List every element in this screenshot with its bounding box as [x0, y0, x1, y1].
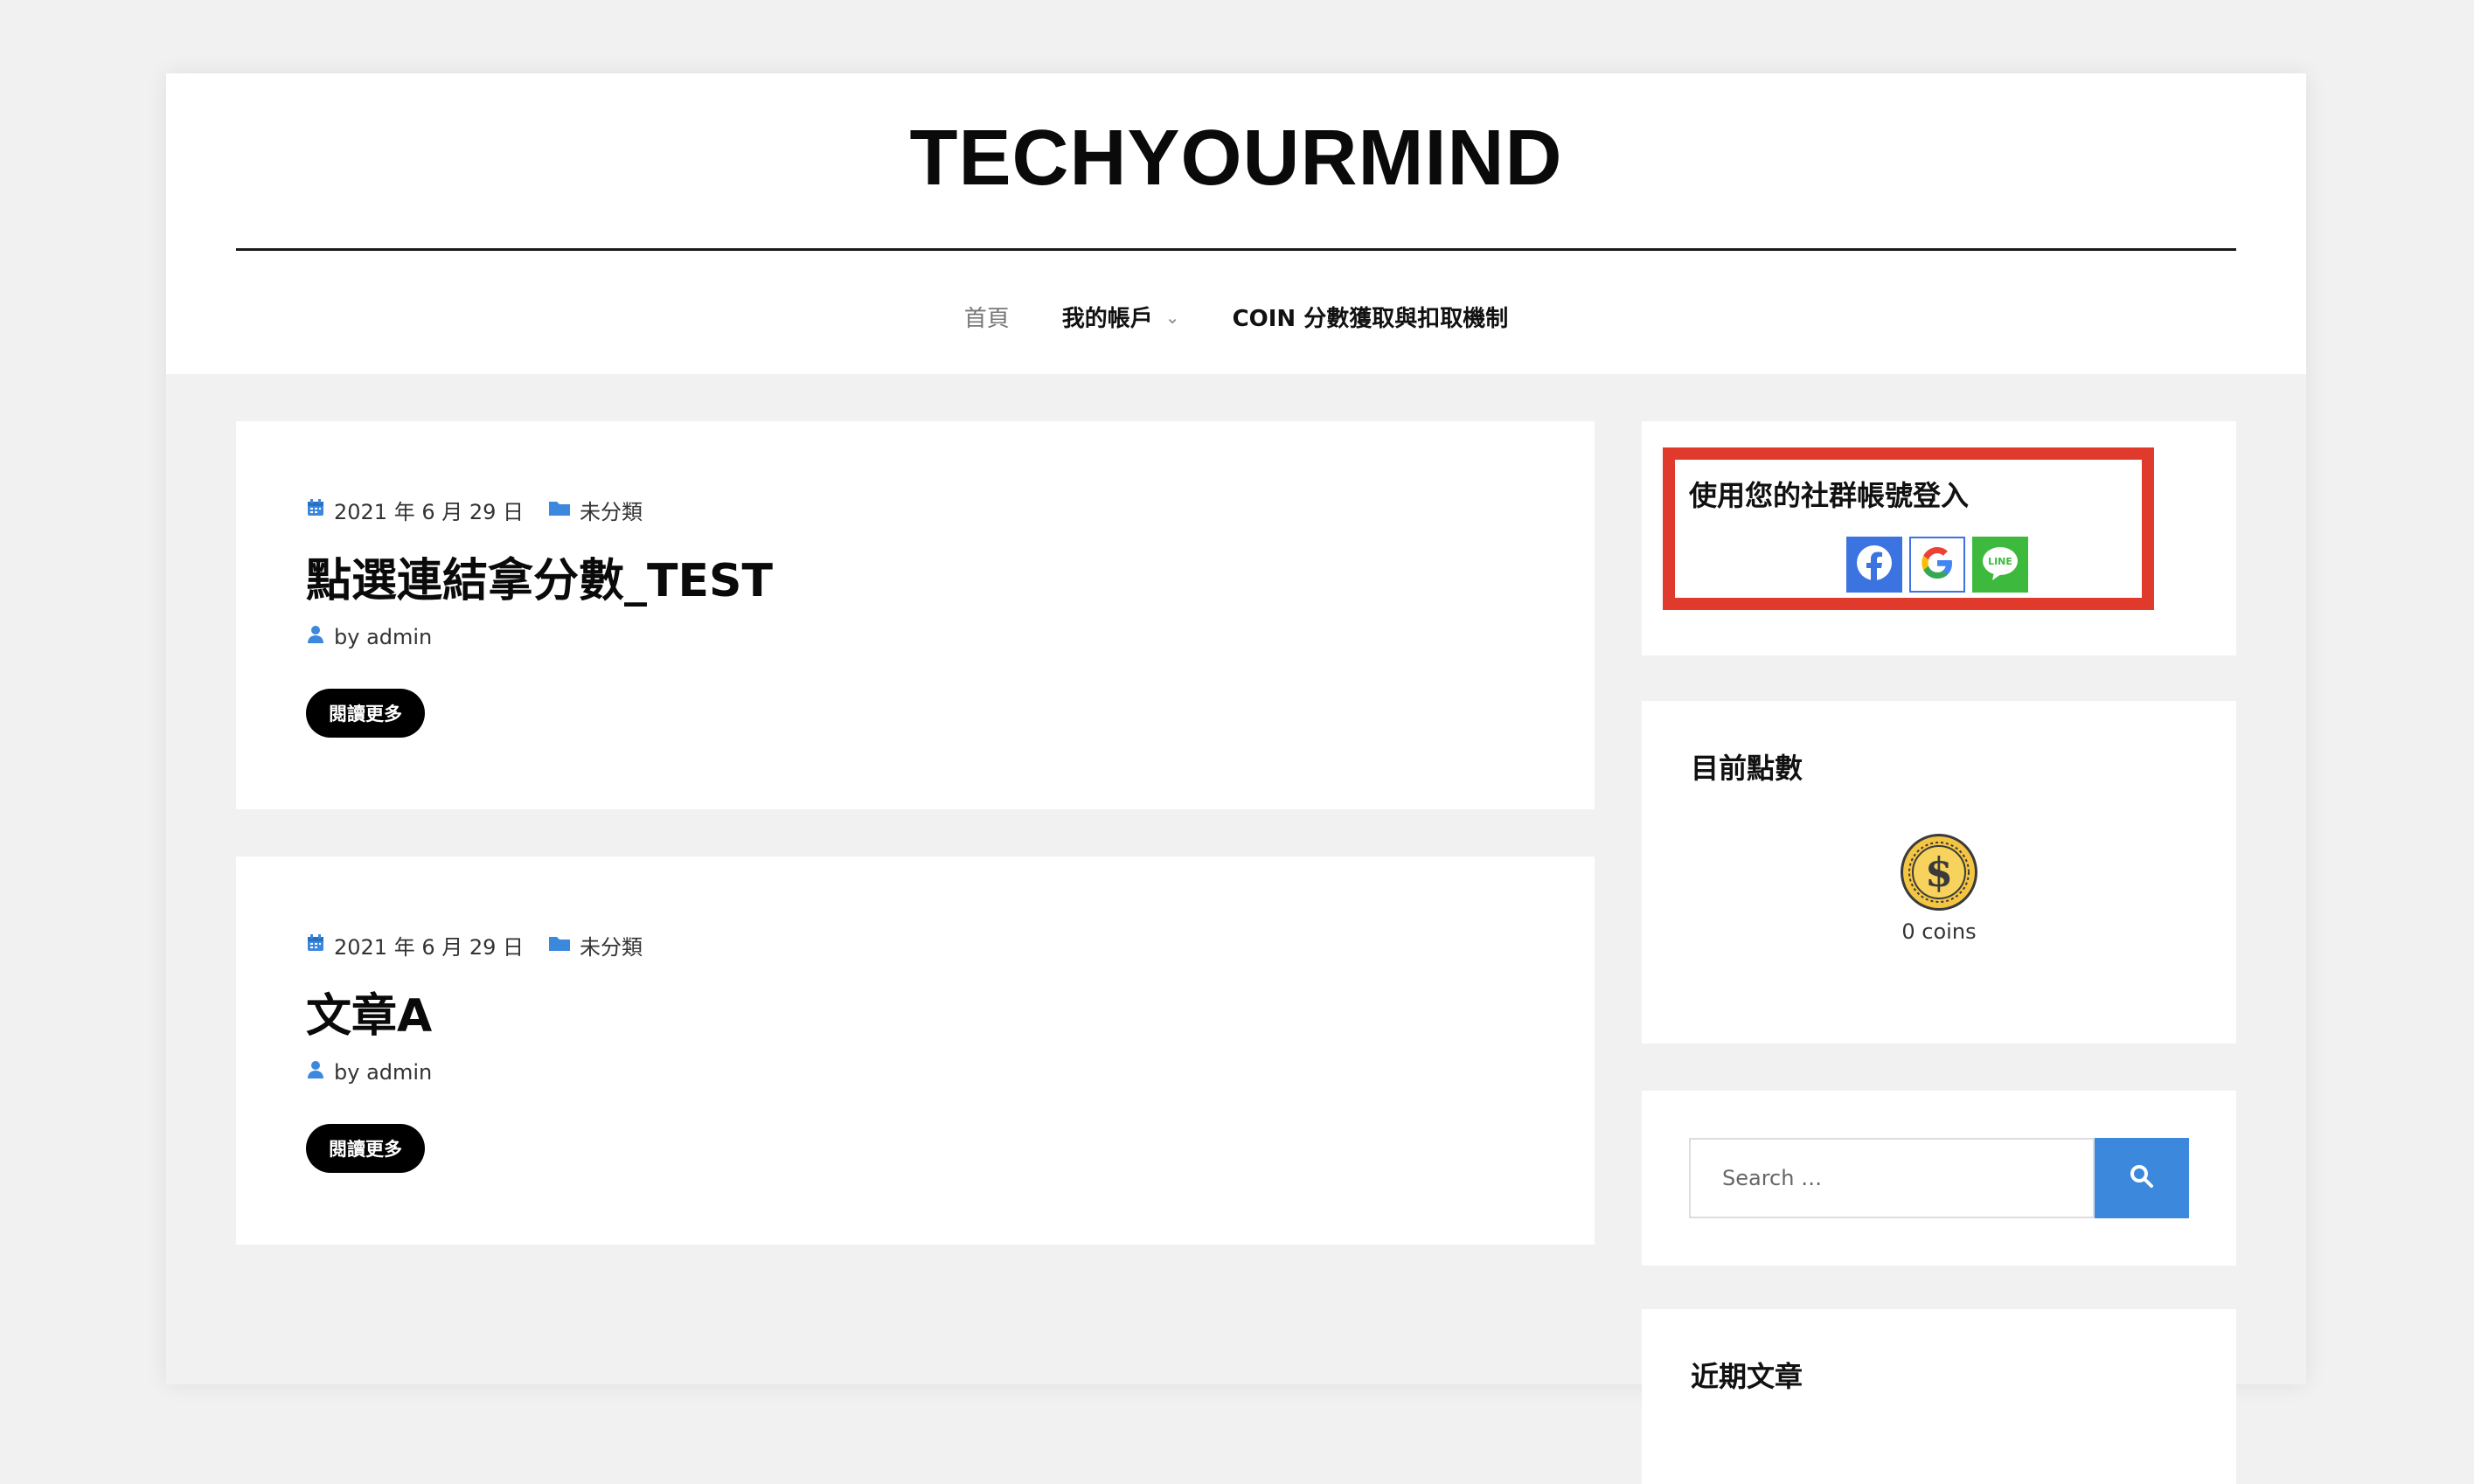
post-card: 2021 年 6 月 29 日 未分類 點選連結拿分數_TEST by admi… — [236, 421, 1595, 809]
nav-item-label: 首頁 — [963, 306, 1010, 332]
line-icon: LINE — [1978, 541, 2022, 588]
chevron-down-icon: ⌄ — [1164, 306, 1180, 328]
coin-display: $ 0 coins — [1642, 832, 2236, 944]
folder-icon — [548, 498, 571, 523]
nav-item-my-account[interactable]: 我的帳戶 ⌄ — [1036, 301, 1206, 333]
social-login-title: 使用您的社群帳號登入 — [1689, 479, 1970, 512]
read-more-button[interactable]: 閱讀更多 — [306, 689, 425, 738]
search-input[interactable]: Search … — [1689, 1138, 2095, 1218]
social-login-widget: 使用您的社群帳號登入 LINE — [1642, 421, 2236, 655]
calendar-icon — [306, 498, 325, 523]
read-more-button[interactable]: 閱讀更多 — [306, 1124, 425, 1173]
header-divider — [236, 248, 2236, 251]
post-meta: 2021 年 6 月 29 日 未分類 — [306, 930, 643, 960]
author-link[interactable]: by admin — [334, 1060, 432, 1085]
nav-item-coin-rules[interactable]: COIN 分數獲取與扣取機制 — [1206, 301, 1535, 333]
coin-icon: $ — [1899, 832, 1979, 916]
post-card: 2021 年 6 月 29 日 未分類 文章A by admin 閱讀更多 — [236, 856, 1595, 1245]
facebook-icon — [1853, 542, 1895, 587]
social-login-highlight: 使用您的社群帳號登入 LINE — [1663, 447, 2154, 610]
site-title[interactable]: TECHYOURMIND — [166, 114, 2306, 204]
points-widget: 目前點數 $ 0 coins — [1642, 701, 2236, 1044]
author-link[interactable]: by admin — [334, 625, 432, 649]
post-author: by admin — [306, 1060, 432, 1085]
user-icon — [306, 625, 325, 649]
search-icon — [2129, 1163, 2155, 1193]
post-date[interactable]: 2021 年 6 月 29 日 — [334, 495, 524, 525]
coins-count: 0 coins — [1901, 919, 1977, 944]
site-container: TECHYOURMIND 首頁 我的帳戶 ⌄ COIN 分數獲取與扣取機制 20… — [166, 73, 2306, 1484]
nav-item-home[interactable]: 首頁 — [938, 301, 1036, 333]
recent-posts-widget: 近期文章 — [1642, 1309, 2236, 1484]
google-login-button[interactable] — [1909, 537, 1965, 593]
search-widget: Search … — [1642, 1091, 2236, 1266]
facebook-login-button[interactable] — [1846, 537, 1902, 593]
google-icon — [1917, 543, 1957, 586]
post-title[interactable]: 點選連結拿分數_TEST — [306, 544, 773, 609]
post-meta: 2021 年 6 月 29 日 未分類 — [306, 495, 643, 525]
nav-item-label: COIN 分數獲取與扣取機制 — [1232, 306, 1509, 332]
post-category[interactable]: 未分類 — [580, 930, 643, 960]
user-icon — [306, 1060, 325, 1085]
svg-text:LINE: LINE — [1988, 556, 2012, 567]
nav-item-label: 我的帳戶 — [1061, 306, 1153, 332]
points-title: 目前點數 — [1691, 752, 1803, 785]
main-nav: 首頁 我的帳戶 ⌄ COIN 分數獲取與扣取機制 — [166, 301, 2306, 333]
recent-posts-title: 近期文章 — [1691, 1360, 1803, 1393]
folder-icon — [548, 933, 571, 958]
post-author: by admin — [306, 625, 432, 649]
post-date[interactable]: 2021 年 6 月 29 日 — [334, 930, 524, 960]
post-category[interactable]: 未分類 — [580, 495, 643, 525]
calendar-icon — [306, 933, 325, 958]
line-login-button[interactable]: LINE — [1972, 537, 2028, 593]
social-login-buttons: LINE — [1846, 537, 2028, 593]
post-title[interactable]: 文章A — [306, 979, 432, 1044]
search-button[interactable] — [2095, 1138, 2189, 1218]
svg-text:$: $ — [1925, 849, 1953, 896]
site-header: TECHYOURMIND 首頁 我的帳戶 ⌄ COIN 分數獲取與扣取機制 — [166, 73, 2306, 374]
